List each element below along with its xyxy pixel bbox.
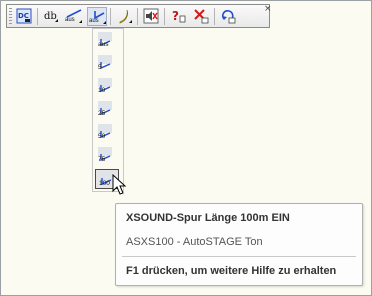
tooltip: XSOUND-Spur Länge 100m EIN ASXS100 - Aut… [115, 203, 363, 286]
option-label: 100 [99, 180, 110, 187]
tooltip-title: XSOUND-Spur Länge 100m EIN [126, 212, 290, 224]
tooltip-help-text: F1 drücken, um weitere Hilfe zu erhalten [126, 265, 337, 277]
undo-button[interactable] [218, 7, 238, 26]
option-label: 25 [98, 110, 106, 117]
dc-icon: DC [16, 8, 32, 24]
option-10[interactable]: 10 [95, 77, 119, 97]
toolbar-separator [37, 8, 38, 25]
option-aus[interactable]: aus [95, 31, 119, 51]
svg-text:?: ? [172, 9, 179, 23]
option-25[interactable]: 25 [95, 100, 119, 120]
xsound-track-length-button[interactable]: aus [87, 7, 107, 26]
dc-button[interactable]: DC [14, 7, 34, 26]
toolbar-separator [137, 8, 138, 25]
track-length-dropdown: aus 5 10 25 50 75 100 [92, 28, 124, 192]
help-button[interactable]: ? [168, 7, 188, 26]
tooltip-divider [122, 256, 356, 257]
option-label: 50 [98, 133, 106, 140]
tooltip-description: ASXS100 - AutoSTAGE Ton [126, 236, 263, 248]
option-label: 5 [98, 64, 102, 71]
x-icon [194, 9, 209, 24]
option-label: 10 [98, 87, 106, 94]
xsound-track-button[interactable]: aus [64, 7, 84, 26]
toolbar-separator [110, 8, 111, 25]
option-label: aus [98, 41, 109, 48]
help-icon: ? [172, 9, 186, 23]
undo-icon [222, 10, 236, 24]
option-5[interactable]: 5 [95, 54, 119, 74]
toolbar: DC db aus aus ? × [6, 4, 272, 28]
banana-icon [119, 9, 132, 24]
speaker-mute-button[interactable] [141, 7, 161, 26]
db-icon: db [44, 11, 58, 22]
toolbar-separator [214, 8, 215, 25]
speaker-mute-icon [143, 8, 159, 24]
toolbar-grip[interactable] [9, 8, 12, 24]
db-button[interactable]: db [41, 7, 61, 26]
toolbar-separator [164, 8, 165, 25]
option-label: 75 [98, 156, 106, 163]
toolbar-close-icon[interactable]: × [264, 5, 272, 14]
xsound-track-label: aus [65, 17, 75, 23]
option-75[interactable]: 75 [95, 146, 119, 166]
remove-button[interactable] [191, 7, 211, 26]
db-icon-label: db [44, 11, 57, 22]
banana-button[interactable] [114, 7, 134, 26]
xsound-track-length-label: aus [89, 18, 99, 24]
mouse-pointer-icon [112, 174, 127, 195]
option-50[interactable]: 50 [95, 123, 119, 143]
dc-icon-label: DC [18, 12, 29, 20]
